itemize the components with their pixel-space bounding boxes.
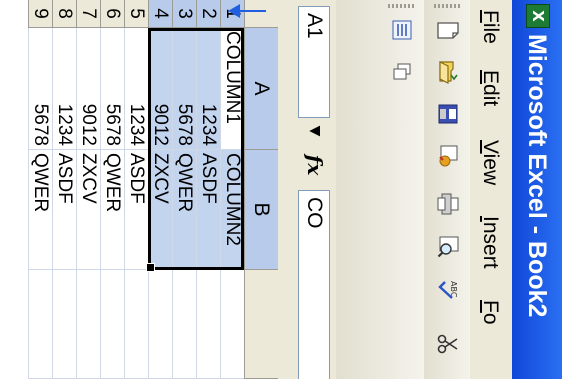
insert-function-icon[interactable]: fx bbox=[300, 150, 330, 180]
cell-c4[interactable] bbox=[148, 270, 172, 379]
cell-b8[interactable]: ASDF bbox=[52, 150, 76, 270]
row-header-4[interactable]: 4 bbox=[148, 0, 172, 28]
cell-b5[interactable]: ASDF bbox=[124, 150, 148, 270]
save-icon[interactable] bbox=[434, 100, 462, 128]
permission-icon[interactable] bbox=[434, 142, 462, 170]
cell-a6[interactable]: 5678 bbox=[100, 28, 124, 150]
cell-b3[interactable]: QWER bbox=[172, 150, 196, 270]
menu-file[interactable]: File bbox=[478, 10, 502, 44]
excel-app-icon[interactable]: X bbox=[526, 4, 550, 28]
cell-a3[interactable]: 5678 bbox=[172, 28, 196, 150]
cell-c7[interactable] bbox=[76, 270, 100, 379]
toolbar-grip[interactable] bbox=[388, 4, 414, 8]
cell-a7[interactable]: 9012 bbox=[76, 28, 100, 150]
cell-c8[interactable] bbox=[52, 270, 76, 379]
cell-b7[interactable]: ZXCV bbox=[76, 150, 100, 270]
print-icon[interactable] bbox=[434, 190, 462, 218]
cell-b4[interactable]: ZXCV bbox=[148, 150, 172, 270]
row-header-6[interactable]: 6 bbox=[100, 0, 124, 28]
row-header-7[interactable]: 7 bbox=[76, 0, 100, 28]
menu-accelerator: V bbox=[479, 140, 502, 154]
new-icon[interactable] bbox=[434, 16, 462, 44]
row-header-5[interactable]: 5 bbox=[124, 0, 148, 28]
cell-a4[interactable]: 9012 bbox=[148, 28, 172, 150]
formula-input[interactable]: CO bbox=[298, 190, 330, 379]
worksheet-grid: A B 1 COLUMN1 COLUMN2 2 1234 ASDF 3 5678 QWER 4 90… bbox=[0, 0, 278, 379]
open-icon[interactable] bbox=[434, 58, 462, 86]
annotation-arrow-shaft bbox=[236, 10, 266, 12]
toolbar-grip[interactable] bbox=[434, 4, 460, 8]
toolbar-overflow-icon[interactable] bbox=[388, 58, 416, 86]
menu-accelerator: I bbox=[479, 216, 502, 222]
menu-edit[interactable]: Edit bbox=[478, 70, 502, 106]
cell-c5[interactable] bbox=[124, 270, 148, 379]
cell-b1[interactable]: COLUMN2 bbox=[220, 150, 244, 270]
options-icon[interactable] bbox=[388, 16, 416, 44]
standard-toolbar: ABC bbox=[423, 0, 470, 379]
cell-a8[interactable]: 1234 bbox=[52, 28, 76, 150]
cell-c3[interactable] bbox=[172, 270, 196, 379]
cell-b2[interactable]: ASDF bbox=[196, 150, 220, 270]
formula-bar: A1 ▼ fx CO bbox=[277, 0, 336, 379]
cell-a5[interactable]: 1234 bbox=[124, 28, 148, 150]
select-all-button[interactable] bbox=[244, 0, 278, 28]
fill-handle[interactable] bbox=[146, 263, 155, 272]
menu-accelerator: F bbox=[479, 10, 502, 23]
spelling-icon[interactable]: ABC bbox=[434, 276, 462, 304]
menu-format[interactable]: Fo bbox=[478, 300, 502, 325]
cell-c2[interactable] bbox=[196, 270, 220, 379]
menu-accelerator: E bbox=[479, 70, 502, 85]
cell-c1[interactable] bbox=[220, 270, 244, 379]
menu-view[interactable]: View bbox=[478, 140, 502, 185]
cell-b9[interactable]: QWER bbox=[28, 150, 52, 270]
arrow-down-icon bbox=[228, 4, 240, 18]
print-preview-icon[interactable] bbox=[434, 232, 462, 260]
formula-content: CO bbox=[303, 197, 326, 229]
menu-bar: File Edit View Insert Fo bbox=[469, 0, 512, 379]
cut-icon[interactable] bbox=[434, 330, 462, 358]
row-header-8[interactable]: 8 bbox=[52, 0, 76, 28]
cell-c9[interactable] bbox=[28, 270, 52, 379]
row-header-3[interactable]: 3 bbox=[172, 0, 196, 28]
name-box[interactable]: A1 bbox=[298, 6, 330, 118]
cell-c6[interactable] bbox=[100, 270, 124, 379]
menu-accelerator: F bbox=[479, 300, 502, 313]
cell-a2[interactable]: 1234 bbox=[196, 28, 220, 150]
formatting-toolbar bbox=[335, 0, 424, 379]
column-header-c[interactable] bbox=[244, 270, 278, 379]
name-box-value: A1 bbox=[303, 13, 326, 39]
cell-a9[interactable]: 5678 bbox=[28, 28, 52, 150]
cell-b6[interactable]: QWER bbox=[100, 150, 124, 270]
menu-insert[interactable]: Insert bbox=[478, 216, 502, 269]
excel-window: X Microsoft Excel - Book2 File Edit View… bbox=[0, 0, 562, 379]
column-header-b[interactable]: B bbox=[244, 150, 278, 270]
title-bar[interactable]: X Microsoft Excel - Book2 bbox=[512, 0, 562, 379]
window-title: Microsoft Excel - Book2 bbox=[523, 34, 551, 318]
cell-a1[interactable]: COLUMN1 bbox=[220, 28, 244, 150]
column-header-a[interactable]: A bbox=[244, 28, 278, 150]
row-header-2[interactable]: 2 bbox=[196, 0, 220, 28]
chevron-down-icon[interactable]: ▼ bbox=[304, 122, 326, 140]
row-header-9[interactable]: 9 bbox=[28, 0, 52, 28]
